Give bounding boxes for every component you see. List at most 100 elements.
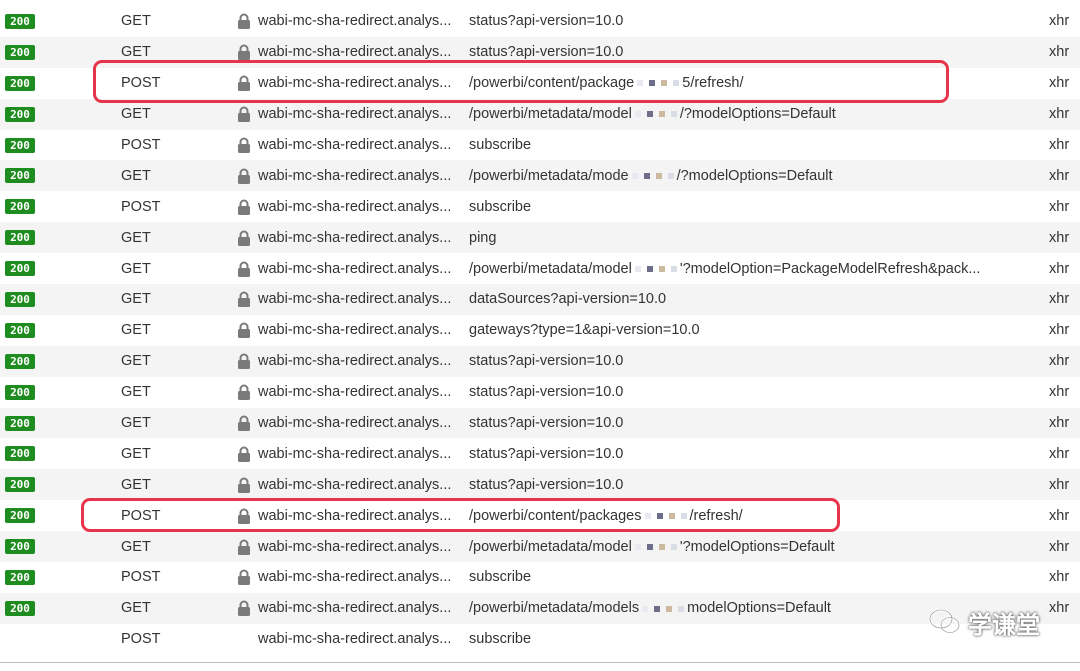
lock-icon (237, 477, 251, 493)
file-cell: /powerbi/metadata/models modelOptions=Def… (469, 600, 831, 616)
path-start: status?api-version=10.0 (469, 445, 624, 462)
file-cell: status?api-version=10.0 (469, 477, 623, 493)
table-row[interactable]: 200 GET wabi-mc-sha-redirect.analys... stat… (0, 407, 1080, 439)
status-badge: 200 (5, 508, 35, 524)
path-start: status?api-version=10.0 (469, 476, 624, 493)
path-end: modelOptions=Default (687, 600, 831, 617)
watermark-text: 学谦堂 (968, 611, 1040, 639)
lock-icon (237, 137, 251, 153)
table-row[interactable]: 200 GET wabi-mc-sha-redirect.analys... stat… (0, 345, 1080, 377)
method-cell: GET (121, 322, 151, 339)
path-start: subscribe (469, 569, 532, 586)
status-badge: 200 (5, 446, 35, 462)
domain-cell: wabi-mc-sha-redirect.analys... (258, 415, 452, 432)
file-cell: ping (469, 230, 496, 246)
domain-cell: wabi-mc-sha-redirect.analys... (258, 445, 452, 462)
table-row[interactable]: 200 GET wabi-mc-sha-redirect.analys... ping… (0, 222, 1080, 254)
domain-cell: wabi-mc-sha-redirect.analys... (258, 353, 452, 370)
method-cell: POST (121, 137, 161, 153)
method-cell: GET (121, 445, 151, 462)
status-badge: 200 (5, 291, 35, 307)
type-cell: xhr (1049, 198, 1070, 215)
lock-icon (237, 415, 251, 432)
status-badge: 200 (5, 199, 35, 215)
path-start: status?api-version=10.0 (469, 44, 624, 61)
table-row[interactable]: 200 GET wabi-mc-sha-redirect.analys... /pow… (0, 592, 1080, 624)
path-start: /powerbi/metadata/model (469, 106, 632, 123)
file-cell: subscribe (469, 631, 531, 647)
lock-icon (237, 261, 251, 277)
table-row[interactable]: POST wabi-mc-sha-redirect.analys... subscr… (0, 624, 1080, 655)
path-start: /powerbi/metadata/model (469, 260, 632, 277)
path-start: status?api-version=10.0 (469, 415, 624, 432)
redacted-block (632, 106, 680, 122)
type-cell: xhr (1049, 507, 1070, 524)
domain-cell: wabi-mc-sha-redirect.analys... (258, 322, 452, 339)
status-badge: 200 (5, 13, 35, 29)
method-cell: GET (121, 538, 151, 555)
redacted-block (639, 600, 687, 616)
status-badge: 200 (5, 261, 35, 277)
path-start: status?api-version=10.0 (469, 13, 624, 30)
path-start: subscribe (469, 137, 532, 153)
type-cell: xhr (1049, 260, 1070, 277)
table-row[interactable]: 200 GET wabi-mc-sha-redirect.analys... gate… (0, 315, 1080, 346)
domain-cell: wabi-mc-sha-redirect.analys... (258, 167, 452, 184)
table-row[interactable]: 200 GET wabi-mc-sha-redirect.analys... /pow… (0, 531, 1080, 563)
table-row[interactable]: 200 GET wabi-mc-sha-redirect.analys... /pow… (0, 160, 1080, 192)
lock-icon (237, 168, 251, 184)
status-badge: 200 (5, 44, 35, 60)
file-cell: dataSources?api-version=10.0 (469, 291, 666, 307)
status-badge: 200 (5, 477, 35, 493)
file-cell: subscribe (469, 569, 531, 585)
method-cell: GET (121, 13, 151, 30)
lock-icon (237, 569, 251, 586)
type-cell: xhr (1049, 569, 1070, 586)
file-cell: status?api-version=10.0 (469, 415, 623, 431)
domain-cell: wabi-mc-sha-redirect.analys... (258, 44, 452, 61)
table-row[interactable]: 200 GET wabi-mc-sha-redirect.analys... stat… (0, 377, 1080, 408)
domain-cell: wabi-mc-sha-redirect.analys... (258, 631, 452, 648)
type-cell: xhr (1049, 415, 1070, 432)
divider (0, 662, 1080, 663)
status-badge: 200 (5, 353, 35, 369)
type-cell: xhr (1049, 44, 1070, 61)
status-badge: 200 (5, 230, 35, 246)
table-row[interactable]: 200 GET wabi-mc-sha-redirect.analys... /pow… (0, 253, 1080, 284)
type-cell: xhr (1049, 13, 1070, 30)
lock-icon (237, 44, 251, 61)
domain-cell: wabi-mc-sha-redirect.analys... (258, 106, 452, 123)
table-row[interactable]: 200 GET wabi-mc-sha-redirect.analys... stat… (0, 6, 1080, 37)
path-end: /?modelOptions=Default (676, 167, 833, 184)
status-badge: 200 (5, 75, 35, 91)
domain-cell: wabi-mc-sha-redirect.analys... (258, 384, 452, 401)
path-start: gateways?type=1&api-version=10.0 (469, 322, 700, 339)
file-cell: /powerbi/metadata/model /?modelOptions=De… (469, 106, 836, 122)
path-start: ping (469, 229, 497, 246)
domain-cell: wabi-mc-sha-redirect.analys... (258, 229, 452, 246)
table-row[interactable]: 200 GET wabi-mc-sha-redirect.analys... stat… (0, 438, 1080, 469)
redacted-block (629, 168, 677, 184)
wechat-icon (928, 608, 961, 634)
lock-icon (237, 291, 251, 308)
table-row[interactable]: 200 GET wabi-mc-sha-redirect.analys... data… (0, 284, 1080, 315)
file-cell: status?api-version=10.0 (469, 446, 623, 462)
table-row[interactable]: 200 POST wabi-mc-sha-redirect.analys... sub… (0, 130, 1080, 161)
type-cell: xhr (1049, 75, 1070, 92)
lock-icon (237, 199, 251, 215)
table-row[interactable]: 200 POST wabi-mc-sha-redirect.analys... sub… (0, 191, 1080, 222)
type-cell: xhr (1049, 137, 1070, 153)
path-start: /powerbi/metadata/models (469, 600, 640, 617)
table-row[interactable]: 200 POST wabi-mc-sha-redirect.analys... sub… (0, 562, 1080, 593)
lock-icon (237, 13, 251, 30)
status-badge: 200 (5, 322, 35, 338)
path-end: '?modelOption=PackageModelRefresh&pack..… (679, 260, 981, 277)
status-badge: 200 (5, 384, 35, 400)
table-row[interactable]: 200 GET wabi-mc-sha-redirect.analys... /pow… (0, 98, 1080, 130)
method-cell: GET (121, 260, 151, 277)
type-cell: xhr (1049, 229, 1070, 246)
file-cell: status?api-version=10.0 (469, 13, 623, 29)
highlight-box-refresh-2 (81, 498, 840, 532)
table-row[interactable]: 200 GET wabi-mc-sha-redirect.analys... stat… (0, 469, 1080, 501)
method-cell: POST (121, 631, 161, 648)
